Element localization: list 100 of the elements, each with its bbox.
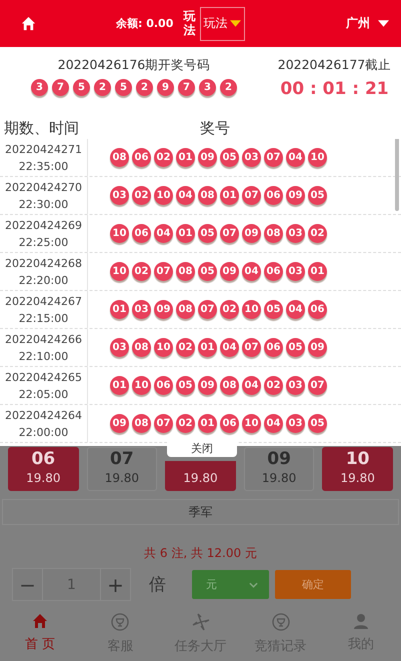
number-ball: 01 <box>110 300 129 319</box>
number-ball: 08 <box>198 186 217 205</box>
number-ball: 08 <box>132 414 151 433</box>
number-ball: 01 <box>176 148 195 167</box>
number-ball: 04 <box>154 224 173 243</box>
draw-time: 22:35:00 <box>18 158 68 174</box>
column-header: 期数、时间 <box>3 118 80 138</box>
play-label: 玩法 <box>183 10 196 37</box>
number-ball: 05 <box>220 148 239 167</box>
issue-number: 20220424264 <box>5 408 82 424</box>
card-number: 09 <box>267 449 291 469</box>
pinwheel-icon <box>192 613 210 631</box>
number-ball: 06 <box>132 148 151 167</box>
number-ball: 05 <box>198 224 217 243</box>
number-ball: 04 <box>242 262 261 281</box>
plus-button[interactable]: + <box>101 569 130 600</box>
number-ball: 10 <box>154 186 173 205</box>
draw-time: 22:05:00 <box>18 386 68 402</box>
number-ball: 07 <box>220 224 239 243</box>
number-ball: 02 <box>176 414 195 433</box>
number-ball: 02 <box>308 224 327 243</box>
number-ball: 05 <box>264 300 283 319</box>
number-ball: 06 <box>308 300 327 319</box>
number-ball: 05 <box>308 414 327 433</box>
number-ball: 5 <box>115 79 132 96</box>
number-ball: 01 <box>198 414 217 433</box>
number-ball: 09 <box>220 262 239 281</box>
number-ball: 5 <box>73 79 90 96</box>
number-ball: 09 <box>286 186 305 205</box>
issue-number: 20220424271 <box>5 142 82 158</box>
number-ball: 07 <box>242 186 261 205</box>
number-ball: 09 <box>110 414 129 433</box>
number-ball: 09 <box>308 338 327 357</box>
number-ball: 08 <box>264 224 283 243</box>
number-ball: 06 <box>132 224 151 243</box>
home-icon[interactable] <box>21 16 36 31</box>
city-dropdown[interactable]: 广州 <box>346 15 389 32</box>
number-ball: 2 <box>94 79 111 96</box>
scrollbar <box>395 139 399 211</box>
card-odds: 19.80 <box>183 470 218 487</box>
number-card[interactable]: 09 19.80 <box>244 447 314 491</box>
draw-time: 22:00:00 <box>18 424 68 440</box>
number-ball: 07 <box>154 262 173 281</box>
number-ball: 10 <box>110 262 129 281</box>
number-ball: 06 <box>264 262 283 281</box>
number-ball: 02 <box>132 186 151 205</box>
number-ball: 03 <box>286 376 305 395</box>
number-ball: 02 <box>154 148 173 167</box>
number-ball: 06 <box>154 376 173 395</box>
number-ball: 01 <box>176 224 195 243</box>
number-ball: 09 <box>242 224 261 243</box>
draw-time: 22:15:00 <box>18 310 68 326</box>
close-button[interactable]: 关闭 <box>167 440 237 457</box>
issue-number: 20220424265 <box>5 370 82 386</box>
number-ball: 09 <box>198 376 217 395</box>
number-ball: 04 <box>286 300 305 319</box>
nav-tab[interactable]: 首 页 <box>0 608 80 661</box>
number-ball: 03 <box>286 414 305 433</box>
unit-dropdown[interactable]: 元 <box>192 570 269 599</box>
card-number: 10 <box>346 449 370 469</box>
number-ball: 09 <box>154 300 173 319</box>
number-ball: 02 <box>264 376 283 395</box>
number-ball: 02 <box>132 262 151 281</box>
number-ball: 3 <box>199 79 216 96</box>
trophy-circle-icon <box>111 613 130 631</box>
number-ball: 10 <box>132 376 151 395</box>
number-ball: 04 <box>220 338 239 357</box>
confirm-button[interactable]: 确定 <box>275 570 351 599</box>
chevron-icon <box>249 582 258 588</box>
number-ball: 07 <box>308 376 327 395</box>
number-ball: 05 <box>176 376 195 395</box>
number-card[interactable]: 07 19.80 <box>86 447 158 491</box>
number-ball: 10 <box>110 224 129 243</box>
issue-number: 20220424269 <box>5 218 82 234</box>
card-odds: 19.80 <box>104 470 140 487</box>
countdown-timer: 00 : 01 : 21 <box>280 79 389 99</box>
number-ball: 04 <box>242 376 261 395</box>
number-ball: 7 <box>178 79 195 96</box>
number-card[interactable]: 06 19.80 <box>8 447 79 491</box>
number-ball: 08 <box>110 148 129 167</box>
caret-icon <box>378 20 389 27</box>
caret-icon <box>230 20 242 27</box>
number-ball: 05 <box>198 262 217 281</box>
draw-title: 20220426176期开奖号码 <box>58 57 210 74</box>
draw-time: 22:10:00 <box>18 348 68 364</box>
number-card[interactable]: 19.80 <box>165 461 236 491</box>
number-ball: 03 <box>110 338 129 357</box>
card-number: 06 <box>31 449 56 469</box>
number-ball: 05 <box>286 338 305 357</box>
number-ball: 01 <box>198 338 217 357</box>
minus-button[interactable]: − <box>13 569 42 600</box>
number-card[interactable]: 10 19.80 <box>322 447 393 491</box>
column-header: 奖号 <box>200 118 230 138</box>
draw-time: 22:30:00 <box>18 196 68 212</box>
play-dropdown[interactable]: 玩法 <box>200 6 246 40</box>
card-number: 07 <box>110 449 134 469</box>
number-ball: 07 <box>154 414 173 433</box>
number-ball: 10 <box>154 338 173 357</box>
number-ball: 7 <box>52 79 69 96</box>
number-ball: 03 <box>286 262 305 281</box>
